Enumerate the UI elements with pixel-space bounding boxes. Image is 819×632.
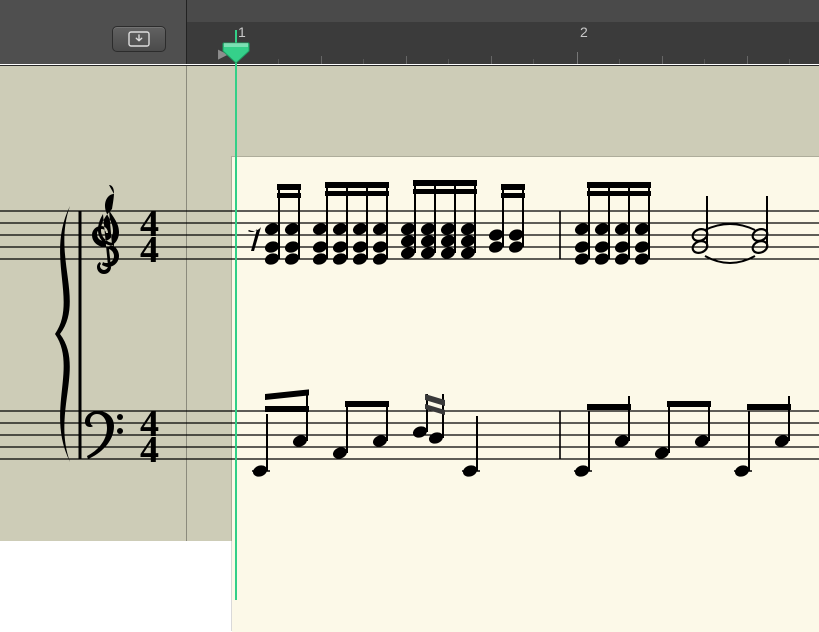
beam	[501, 193, 525, 198]
ruler-tick	[533, 59, 534, 64]
note[interactable]	[653, 401, 670, 461]
note[interactable]	[691, 196, 709, 255]
beam	[587, 191, 651, 196]
note[interactable]	[371, 401, 388, 449]
beam	[501, 184, 525, 190]
beam	[265, 389, 309, 400]
note[interactable]	[291, 394, 308, 449]
beam	[667, 401, 711, 407]
treble-clef-icon	[92, 185, 119, 274]
beam	[325, 191, 389, 196]
ruler-tick	[619, 59, 620, 64]
score-canvas[interactable]: 4 4 4 4	[0, 65, 819, 541]
ruler-bar-number: 2	[580, 24, 588, 40]
note[interactable]	[411, 394, 445, 446]
beam	[587, 404, 631, 410]
time-signature-treble: 4 4	[140, 203, 159, 271]
ruler-tick	[363, 59, 364, 64]
track-header-panel	[0, 0, 187, 64]
ruler-tick	[789, 59, 790, 64]
score-notation[interactable]: 4 4 4 4	[0, 66, 819, 541]
note[interactable]	[251, 414, 270, 479]
beam	[413, 189, 477, 194]
note[interactable]	[331, 401, 348, 461]
ruler-bar-number: 1	[238, 24, 246, 40]
ruler-tick	[491, 56, 492, 64]
catalog-download-icon	[128, 31, 150, 47]
ruler-tick	[704, 59, 705, 64]
beam	[345, 401, 389, 407]
ruler-tick	[406, 56, 407, 64]
beam	[325, 182, 389, 188]
tie	[705, 224, 755, 230]
svg-text:4: 4	[140, 429, 159, 471]
ruler-tick	[448, 59, 449, 64]
beam	[413, 180, 477, 186]
ruler-tick	[747, 56, 748, 64]
beam	[277, 184, 301, 190]
beam	[277, 193, 301, 198]
beam	[265, 406, 309, 412]
ruler-tick	[577, 52, 578, 64]
note[interactable]	[773, 396, 790, 449]
note[interactable]	[751, 196, 769, 255]
beam	[587, 182, 651, 188]
bass-staff	[0, 411, 819, 459]
playhead-handle[interactable]	[222, 42, 250, 64]
ruler-tick	[662, 56, 663, 64]
note[interactable]	[613, 396, 630, 449]
note[interactable]	[693, 401, 710, 449]
svg-text:4: 4	[140, 229, 159, 271]
note[interactable]	[733, 411, 752, 479]
ruler-tick	[278, 59, 279, 64]
catalog-button[interactable]	[112, 26, 166, 52]
playhead[interactable]	[235, 30, 237, 600]
note[interactable]	[573, 411, 592, 479]
beam	[747, 404, 791, 410]
time-signature-bass: 4 4	[140, 403, 159, 471]
ruler-tick	[321, 56, 322, 64]
